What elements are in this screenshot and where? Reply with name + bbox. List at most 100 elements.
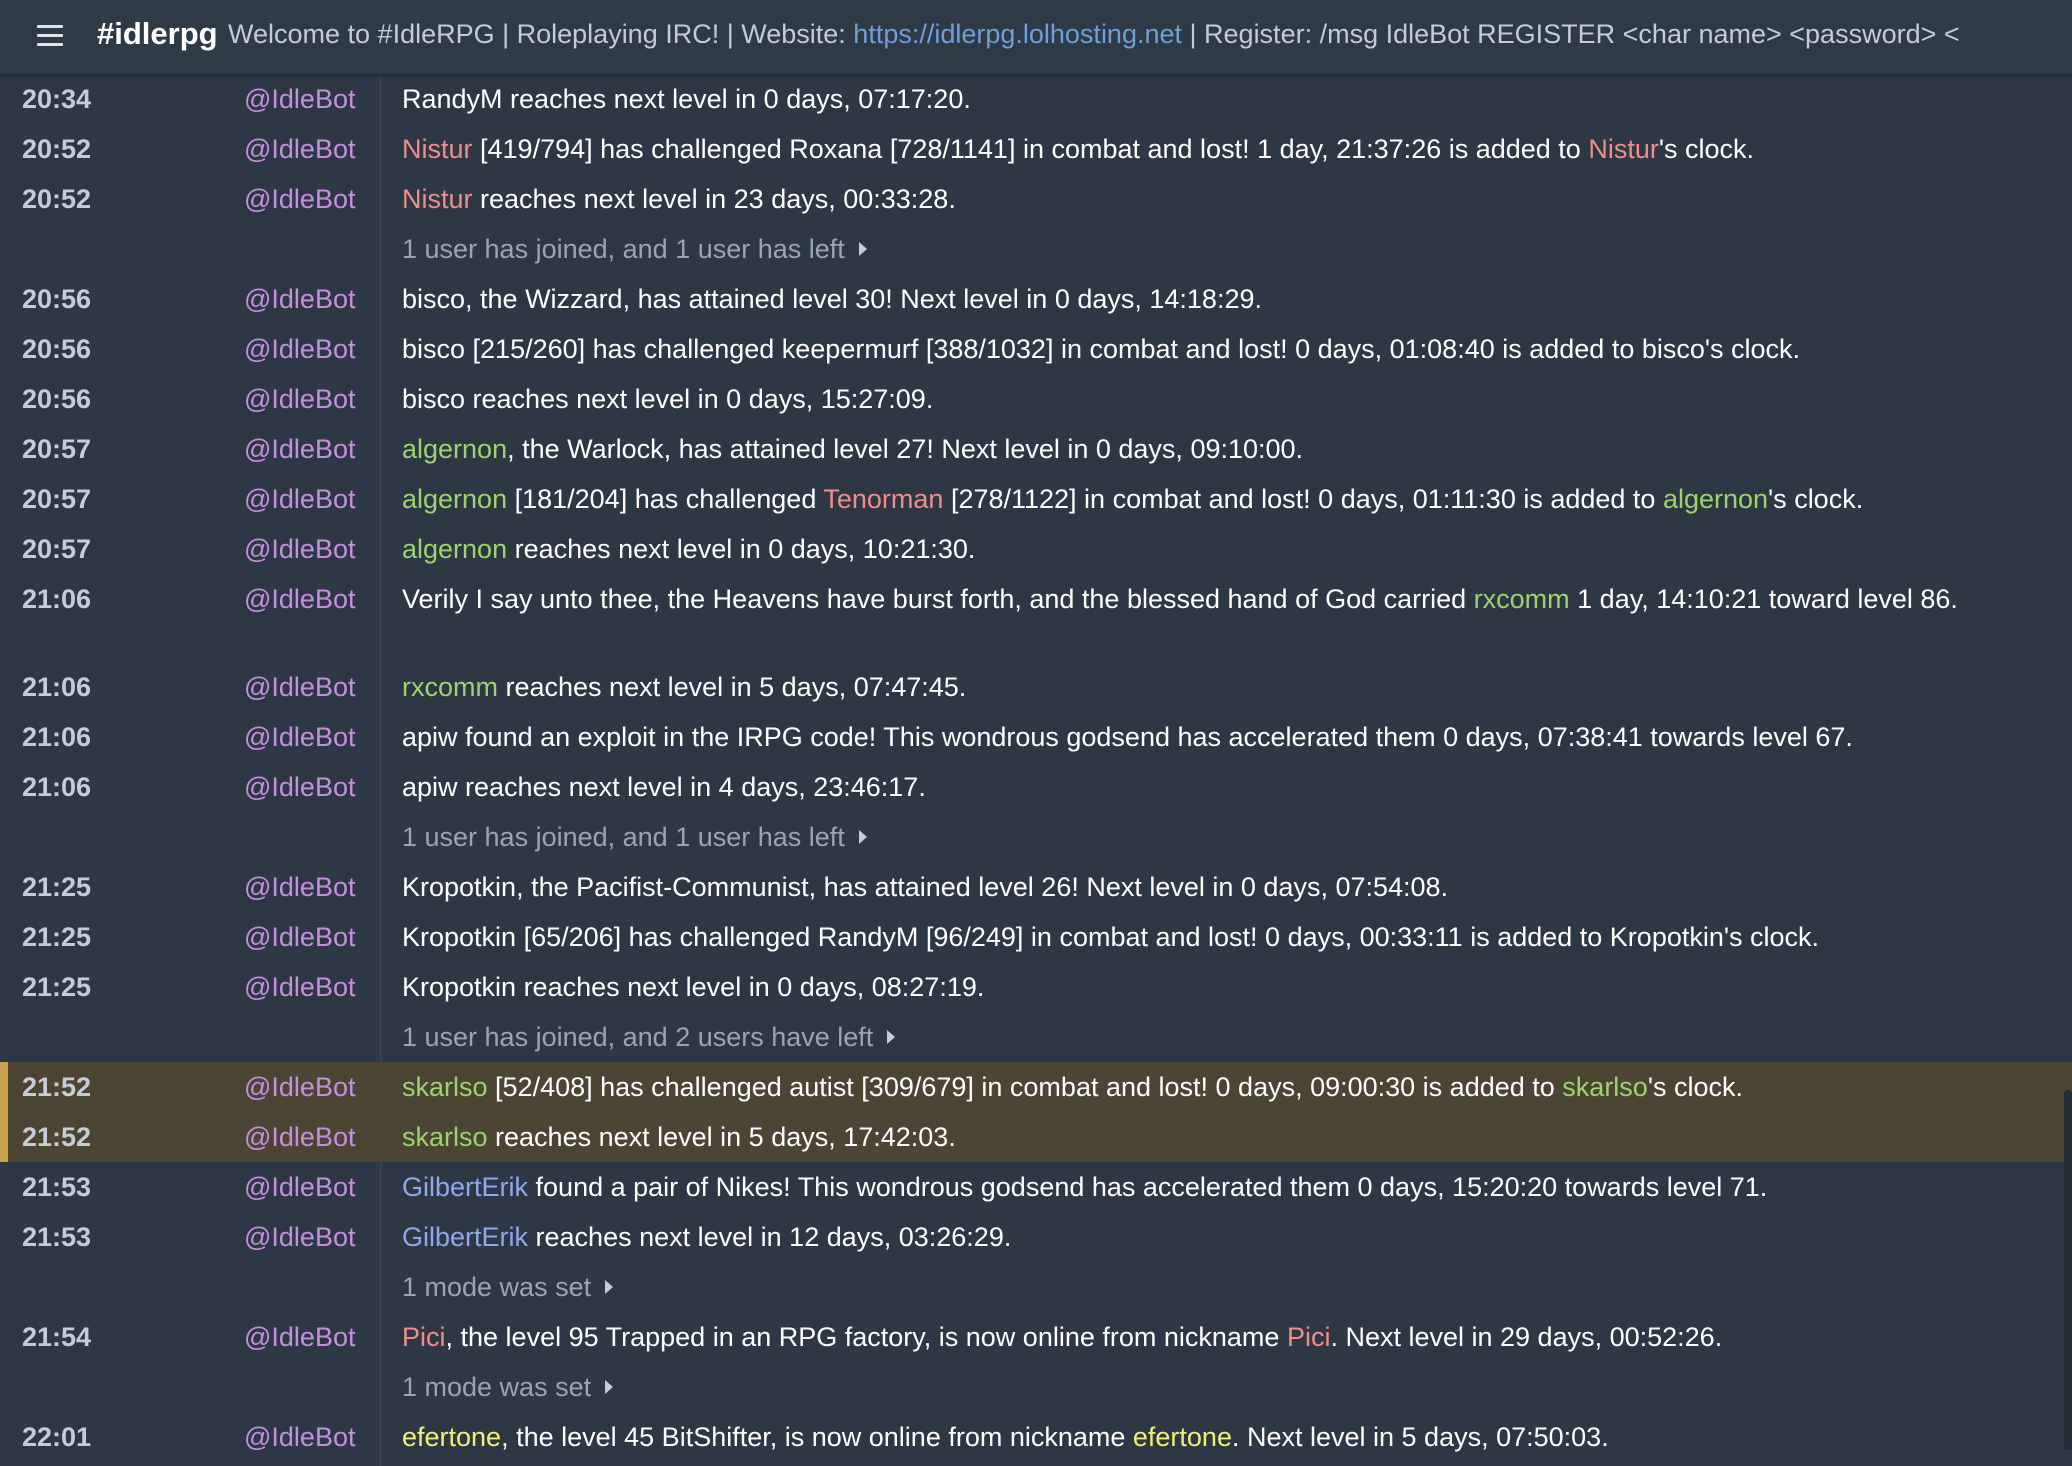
message-timestamp: 21:52	[22, 1122, 92, 1152]
event-summary-text: 1 user has joined, and 2 users have left	[402, 1022, 874, 1052]
expand-caret-icon[interactable]	[605, 1279, 614, 1294]
colored-nick[interactable]: Nistur	[402, 184, 473, 214]
message-nick[interactable]: @IdleBot	[244, 669, 355, 705]
message-nick[interactable]: @IdleBot	[244, 81, 355, 117]
colored-nick[interactable]: skarlso	[402, 1122, 488, 1152]
colored-nick[interactable]: rxcomm	[1474, 584, 1570, 614]
message-nick[interactable]: @IdleBot	[244, 181, 355, 217]
message-nick[interactable]: @IdleBot	[244, 1319, 355, 1355]
message-row: 20:34 @IdleBot RandyM reaches next level i…	[0, 74, 2072, 124]
message-timestamp: 20:57	[22, 484, 92, 514]
message-timestamp: 20:52	[22, 184, 92, 214]
message-nick[interactable]: @IdleBot	[244, 1219, 355, 1255]
colored-nick[interactable]: Nistur	[1588, 134, 1659, 164]
message-fragment: Kropotkin, the Pacifist-Communist, has a…	[402, 872, 1449, 902]
scrollbar-thumb[interactable]	[2064, 1090, 2072, 1450]
message-row: 21:53 @IdleBot GilbertErik found a pair of…	[0, 1162, 2072, 1212]
message-row: 20:52 @IdleBot Nistur reaches next level i…	[0, 174, 2072, 224]
message-row: 20:52 @IdleBot Nistur [419/794] has challe…	[0, 124, 2072, 174]
channel-name[interactable]: #idlerpg	[97, 14, 218, 54]
colored-nick[interactable]: Pici	[1287, 1322, 1331, 1352]
message-timestamp: 21:52	[22, 1072, 92, 1102]
topic-website-link[interactable]: https://idlerpg.lolhosting.net	[853, 19, 1182, 49]
message-row: 21:06 @IdleBot apiw found an exploit in th…	[0, 712, 2072, 762]
colored-nick[interactable]: Pici	[402, 1322, 446, 1352]
message-nick[interactable]: @IdleBot	[244, 719, 355, 755]
event-summary-toggle[interactable]: 1 user has joined, and 1 user has left	[402, 819, 2032, 855]
message-text: efertone, the level 45 BitShifter, is no…	[402, 1419, 2032, 1455]
colored-nick[interactable]: algernon	[402, 484, 507, 514]
message-text: algernon, the Warlock, has attained leve…	[402, 431, 2032, 467]
message-timestamp: 20:56	[22, 334, 92, 364]
colored-nick[interactable]: skarlso	[1562, 1072, 1648, 1102]
highlight-bar	[0, 1112, 8, 1162]
message-list[interactable]: 20:34 @IdleBot RandyM reaches next level i…	[0, 74, 2072, 1466]
message-fragment: [278/1122] in combat and lost! 0 days, 0…	[943, 484, 1663, 514]
message-nick[interactable]: @IdleBot	[244, 969, 355, 1005]
message-timestamp: 21:06	[22, 722, 92, 752]
message-nick[interactable]: @IdleBot	[244, 381, 355, 417]
colored-nick[interactable]: GilbertErik	[402, 1222, 528, 1252]
hamburger-menu-icon[interactable]	[37, 25, 63, 47]
expand-caret-icon[interactable]	[887, 1029, 896, 1044]
message-nick[interactable]: @IdleBot	[244, 869, 355, 905]
message-row: 21:25 @IdleBot Kropotkin [65/206] has chal…	[0, 912, 2072, 962]
event-summary-row: 1 mode was set	[0, 1362, 2072, 1412]
message-fragment: RandyM reaches next level in 0 days, 07:…	[402, 84, 971, 114]
message-fragment: Kropotkin [65/206] has challenged RandyM…	[402, 922, 1820, 952]
colored-nick[interactable]: Nistur	[402, 134, 473, 164]
message-nick[interactable]: @IdleBot	[244, 481, 355, 517]
message-nick[interactable]: @IdleBot	[244, 1119, 355, 1155]
message-nick[interactable]: @IdleBot	[244, 1169, 355, 1205]
message-text: Nistur reaches next level in 23 days, 00…	[402, 181, 2032, 217]
message-row: 21:25 @IdleBot Kropotkin reaches next leve…	[0, 962, 2072, 1012]
message-nick[interactable]: @IdleBot	[244, 1419, 355, 1455]
message-fragment: reaches next level in 5 days, 17:42:03.	[487, 1122, 956, 1152]
message-text: RandyM reaches next level in 0 days, 07:…	[402, 81, 2032, 117]
message-timestamp: 21:54	[22, 1322, 92, 1352]
message-timestamp: 20:56	[22, 284, 92, 314]
message-timestamp: 20:57	[22, 434, 92, 464]
expand-caret-icon[interactable]	[858, 241, 867, 256]
colored-nick[interactable]: algernon	[1663, 484, 1768, 514]
message-row: 20:57 @IdleBot algernon, the Warlock, has …	[0, 424, 2072, 474]
event-summary-toggle[interactable]: 1 user has joined, and 1 user has left	[402, 231, 2032, 267]
colored-nick[interactable]: GilbertErik	[402, 1172, 528, 1202]
colored-nick[interactable]: skarlso	[402, 1072, 488, 1102]
event-summary-toggle[interactable]: 1 user has joined, and 2 users have left	[402, 1019, 2032, 1055]
event-summary-toggle[interactable]: 1 mode was set	[402, 1269, 2032, 1305]
message-nick[interactable]: @IdleBot	[244, 131, 355, 167]
message-row: 20:56 @IdleBot bisco, the Wizzard, has att…	[0, 274, 2072, 324]
channel-topic: Welcome to #IdleRPG | Roleplaying IRC! |…	[228, 16, 1960, 52]
message-row: 20:56 @IdleBot bisco reaches next level in…	[0, 374, 2072, 424]
message-row: 21:06 @IdleBot Verily I say unto thee, the…	[0, 574, 2072, 662]
message-text: algernon reaches next level in 0 days, 1…	[402, 531, 2032, 567]
message-nick[interactable]: @IdleBot	[244, 1069, 355, 1105]
message-nick[interactable]: @IdleBot	[244, 581, 355, 617]
colored-nick[interactable]: algernon	[402, 534, 507, 564]
message-fragment: , the Warlock, has attained level 27! Ne…	[507, 434, 1304, 464]
message-text: Kropotkin, the Pacifist-Communist, has a…	[402, 869, 2032, 905]
colored-nick[interactable]: algernon	[402, 434, 507, 464]
message-row: 21:53 @IdleBot GilbertErik reaches next le…	[0, 1212, 2072, 1262]
message-timestamp: 20:56	[22, 384, 92, 414]
message-timestamp: 20:57	[22, 534, 92, 564]
expand-caret-icon[interactable]	[605, 1379, 614, 1394]
message-fragment: [52/408] has challenged autist [309/679]…	[487, 1072, 1563, 1102]
message-nick[interactable]: @IdleBot	[244, 331, 355, 367]
event-summary-toggle[interactable]: 1 mode was set	[402, 1369, 2032, 1405]
message-nick[interactable]: @IdleBot	[244, 531, 355, 567]
expand-caret-icon[interactable]	[858, 829, 867, 844]
message-fragment: bisco, the Wizzard, has attained level 3…	[402, 284, 1262, 314]
colored-nick[interactable]: rxcomm	[402, 672, 498, 702]
message-nick[interactable]: @IdleBot	[244, 431, 355, 467]
message-fragment: 1 day, 14:10:21 toward level 86.	[1569, 584, 1958, 614]
message-nick[interactable]: @IdleBot	[244, 919, 355, 955]
message-nick[interactable]: @IdleBot	[244, 281, 355, 317]
colored-nick[interactable]: Tenorman	[823, 484, 943, 514]
colored-nick[interactable]: efertone	[402, 1422, 501, 1452]
topic-text-pre: Welcome to #IdleRPG | Roleplaying IRC! |…	[228, 19, 854, 49]
message-text: Pici, the level 95 Trapped in an RPG fac…	[402, 1319, 2032, 1355]
colored-nick[interactable]: efertone	[1133, 1422, 1232, 1452]
message-nick[interactable]: @IdleBot	[244, 769, 355, 805]
